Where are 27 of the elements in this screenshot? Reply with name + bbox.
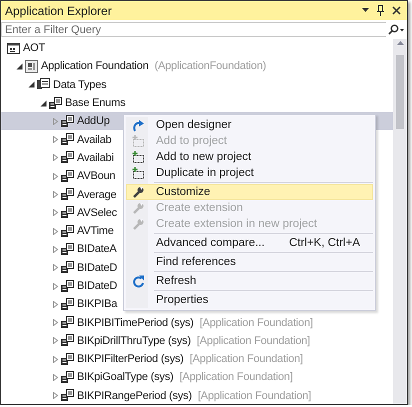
- item-label: AVTime: [77, 225, 114, 238]
- item-label: AOT: [23, 42, 46, 54]
- item-label: BIDateD: [77, 262, 118, 274]
- model-label: [Application Foundation]: [190, 353, 303, 366]
- model-label: [Application Foundation]: [200, 316, 313, 329]
- item-label: Base Enums: [65, 97, 126, 110]
- item-label: BIKpiGoalType (sys): [77, 371, 174, 384]
- item-label: BIKpiDrillThruType (sys): [77, 334, 191, 347]
- item-label: Data Types: [53, 78, 106, 91]
- item-label: BIKPIFilterPeriod (sys): [77, 353, 184, 366]
- item-label: Application Foundation: [41, 60, 149, 72]
- window-title: Application Explorer: [5, 4, 113, 18]
- model-label: [Application Foundation]: [198, 390, 312, 402]
- item-label: AVBoun: [77, 170, 116, 182]
- item-label: Availab: [77, 134, 112, 146]
- item-label: AddUp: [77, 115, 110, 128]
- item-label: BIKPIBa: [77, 298, 118, 310]
- item-label: BIKPIRangePeriod (sys): [77, 390, 192, 402]
- model-label: [Application Foundation]: [196, 334, 310, 347]
- item-label: BIDateA: [77, 243, 117, 256]
- item-label: Availabi: [77, 152, 114, 164]
- model-label: [Application Foundation]: [179, 371, 293, 384]
- item-label: AVSelec: [77, 206, 117, 219]
- item-label: BIKPIBITimePeriod (sys): [77, 316, 194, 329]
- model-label: (ApplicationFoundation): [154, 60, 266, 72]
- item-label: Average: [77, 188, 116, 201]
- item-label: BIDateD: [77, 280, 118, 292]
